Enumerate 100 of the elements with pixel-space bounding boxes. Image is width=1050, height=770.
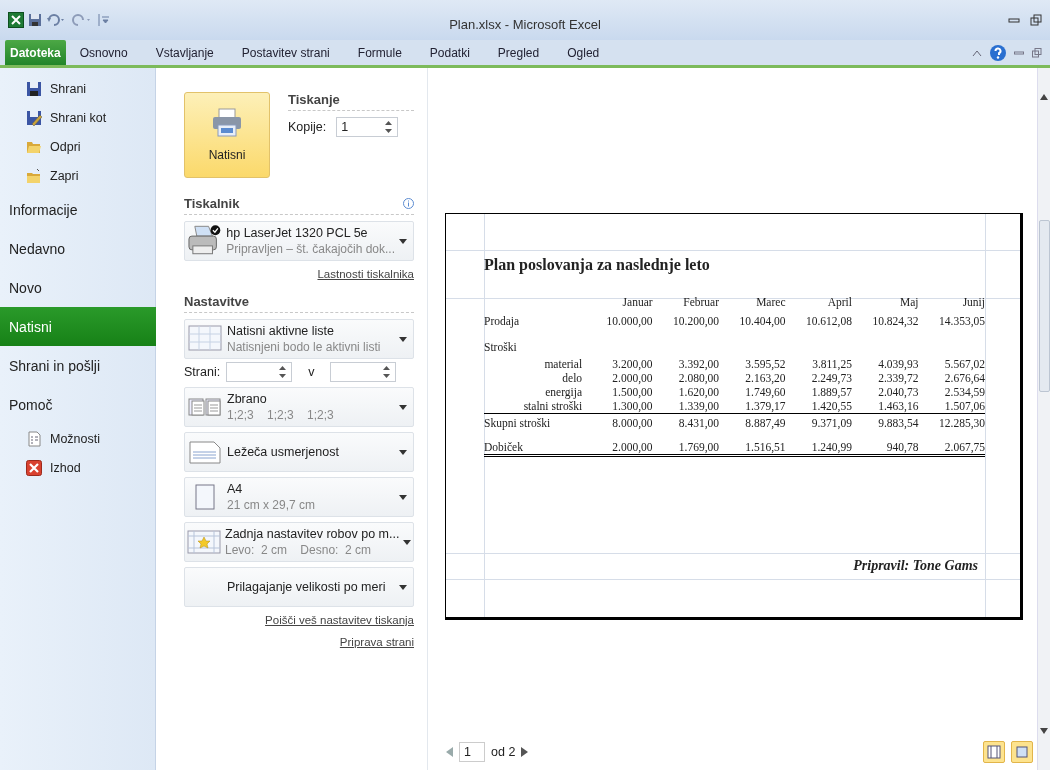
sidebar-item[interactable]: Izhod xyxy=(0,453,155,482)
printer-icon xyxy=(211,108,243,138)
table-cell: 940,78 xyxy=(851,440,919,456)
table-cell: 1.463,16 xyxy=(851,399,919,414)
table-cell-text: 10.000,00 xyxy=(605,314,653,329)
document-title: Plan poslovanja za naslednje leto xyxy=(484,256,711,274)
ribbon-tab[interactable]: Ogled xyxy=(553,40,614,65)
ribbon-tab[interactable]: Pregled xyxy=(483,40,554,65)
copies-label: Kopije: xyxy=(288,120,327,134)
previous-page-icon[interactable] xyxy=(446,747,453,757)
table-cell: 14.353,05 xyxy=(918,314,985,340)
customize-toolbar-icon[interactable] xyxy=(98,13,110,27)
restore-icon[interactable] xyxy=(1030,14,1042,26)
portrait-page-icon xyxy=(195,484,215,510)
ribbon-tab[interactable]: Datoteka xyxy=(5,40,66,65)
table-cell: 10.612,08 xyxy=(785,314,852,340)
ribbon-tab[interactable]: Formule xyxy=(343,40,416,65)
landscape-page-icon xyxy=(189,440,221,464)
copies-spinner[interactable]: 1 xyxy=(336,117,399,137)
section-heading: Nastavitve xyxy=(184,294,250,309)
column-header: Februar xyxy=(652,296,720,314)
table-cell-text: 3.811,25 xyxy=(811,357,852,371)
printer-dropdown[interactable]: hp LaserJet 1320 PCL 5e Pripravljen – št. čakajočih dok... xyxy=(184,221,414,261)
row-label: Dobiček xyxy=(484,440,587,456)
sidebar-item[interactable]: Shrani xyxy=(0,74,155,103)
column-header: Marec xyxy=(719,296,786,314)
scroll-up-icon[interactable] xyxy=(1040,94,1048,100)
show-margins-button[interactable] xyxy=(983,741,1005,763)
table-cell: 3.392,00 xyxy=(652,357,720,371)
next-page-icon[interactable] xyxy=(521,747,529,757)
sidebar-item[interactable]: Nedavno xyxy=(0,229,155,268)
table-cell: 1.620,00 xyxy=(652,385,720,399)
caret-icon xyxy=(399,404,407,410)
table-cell-text: 1.500,00 xyxy=(611,385,653,399)
table-cell: 1.516,51 xyxy=(719,440,786,456)
sidebar-item[interactable]: Shrani in pošlji xyxy=(0,346,155,385)
settings-dropdown[interactable]: A4 21 cm x 29,7 cm xyxy=(184,477,414,517)
sidebar-item[interactable]: Natisni xyxy=(0,307,156,346)
ribbon-tab[interactable]: Vstavljanje xyxy=(141,40,228,65)
table-cell: 2.249,73 xyxy=(785,371,852,385)
scroll-thumb[interactable] xyxy=(1038,220,1050,392)
table-cell: 1.889,57 xyxy=(785,385,852,399)
exit-icon xyxy=(26,459,42,476)
sidebar-item[interactable]: Informacije xyxy=(0,190,155,229)
page-number-field[interactable]: 1 xyxy=(459,742,485,762)
caret-icon xyxy=(399,336,407,342)
vertical-scrollbar[interactable] xyxy=(1037,68,1050,770)
table-cell: 2.000,00 xyxy=(586,440,653,456)
table-cell: 10.824,32 xyxy=(851,314,919,340)
sidebar-item[interactable]: Odpri xyxy=(0,132,155,161)
ribbon-tab[interactable]: Postavitev strani xyxy=(227,40,344,65)
settings-link[interactable]: Poišči veš nastavitev tiskanja xyxy=(265,614,414,626)
sidebar-item[interactable]: Zapri xyxy=(0,161,155,190)
table-cell: 4.039,93 xyxy=(851,357,919,371)
sidebar-item[interactable]: Novo xyxy=(0,268,155,307)
table-cell: 2.080,00 xyxy=(652,371,720,385)
table-cell: 1.240,99 xyxy=(785,440,852,456)
column-header: April xyxy=(785,296,852,314)
settings-dropdown[interactable]: Ležeča usmerjenost xyxy=(184,432,414,472)
folder-icon xyxy=(26,167,42,184)
print-button[interactable]: Natisni xyxy=(184,92,270,178)
page-icon xyxy=(1015,745,1029,759)
row-label: Stroški xyxy=(484,340,518,355)
table-cell: 9.883,54 xyxy=(851,413,919,440)
table-cell: 1.300,00 xyxy=(586,399,653,414)
sheet-grid-icon xyxy=(188,325,222,353)
row-label: material xyxy=(543,357,584,371)
sidebar-item[interactable]: Shrani kot xyxy=(0,103,155,132)
caret-icon xyxy=(403,539,412,545)
settings-dropdown[interactable]: Prilagajanje velikosti po meri xyxy=(184,567,414,607)
table-cell: 2.163,20 xyxy=(719,371,786,385)
table-cell: 2.534,59 xyxy=(918,385,985,399)
caret-icon xyxy=(399,238,407,244)
collated-pages-icon xyxy=(188,396,222,418)
page-to-spinner[interactable] xyxy=(330,362,397,382)
column-header: Junij xyxy=(918,296,985,314)
row-label: Skupni stroški xyxy=(484,413,587,440)
save-icon[interactable] xyxy=(28,13,42,27)
collapse-ribbon-icon[interactable] xyxy=(972,48,982,57)
zoom-to-page-button[interactable] xyxy=(1011,741,1033,763)
page-from-spinner[interactable] xyxy=(226,362,293,382)
row-label: Prodaja xyxy=(484,314,521,330)
help-icon[interactable] xyxy=(990,44,1006,61)
sidebar-item[interactable]: Možnosti xyxy=(0,424,155,453)
caret-icon xyxy=(399,449,407,455)
printer-properties-link[interactable]: Lastnosti tiskalnika xyxy=(317,268,414,280)
ribbon-tab[interactable]: Osnovno xyxy=(65,40,142,65)
window-title: Plan.xlsx - Microsoft Excel xyxy=(449,17,601,32)
scroll-down-icon[interactable] xyxy=(1040,728,1048,734)
restore-icon[interactable] xyxy=(1032,47,1042,58)
settings-link[interactable]: Priprava strani xyxy=(339,636,414,648)
info-icon[interactable] xyxy=(403,198,414,209)
column-header: Maj xyxy=(851,296,919,314)
sidebar-item[interactable]: Pomoč xyxy=(0,385,155,424)
settings-dropdown[interactable]: Zbrano 1;2;3 1;2;3 1;2;3 xyxy=(184,387,414,427)
settings-dropdown[interactable]: Natisni aktivne liste Natisnjeni bodo le aktivni listi xyxy=(184,319,414,359)
ribbon-tab[interactable]: Podatki xyxy=(415,40,484,65)
excel-logo-icon[interactable] xyxy=(8,12,24,28)
table-cell-text: 3.200,00 xyxy=(611,357,653,371)
settings-dropdown[interactable]: Zadnja nastavitev robov po m... Levo: 2 cm Desno: 2 cm xyxy=(184,522,414,562)
